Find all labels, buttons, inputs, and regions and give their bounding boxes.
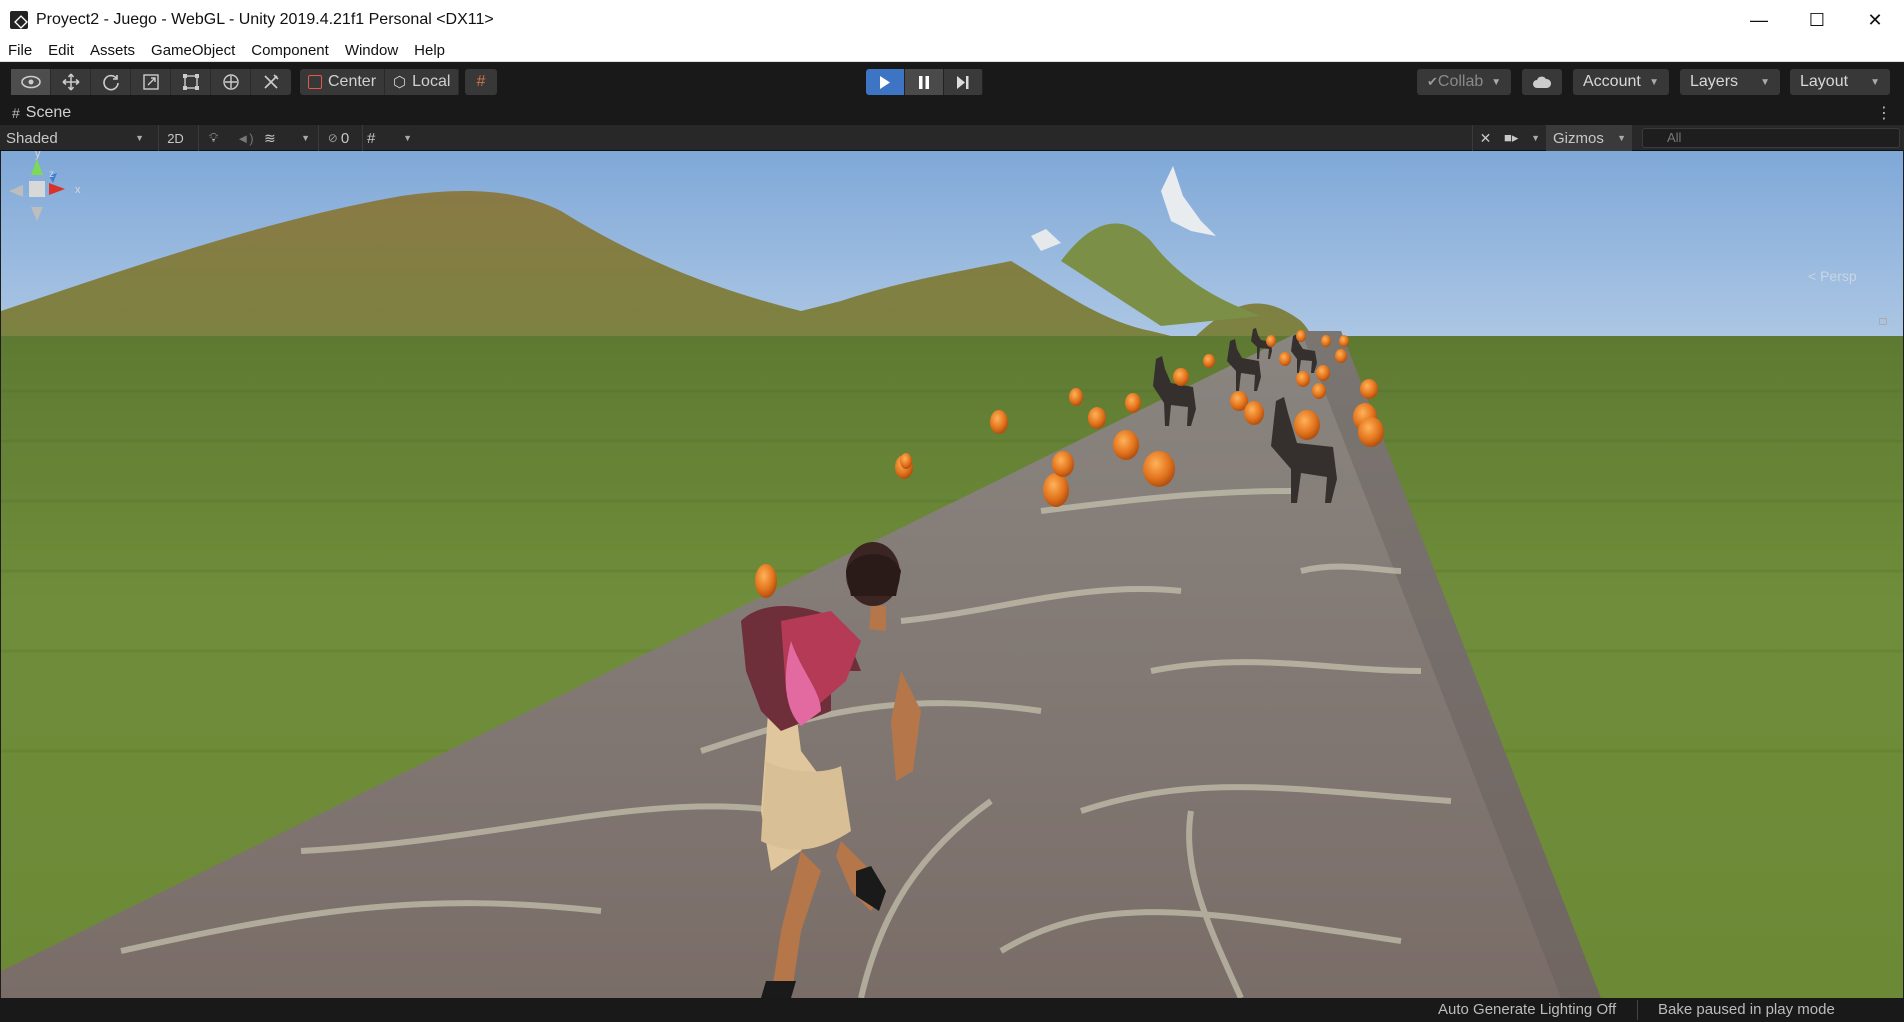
shading-mode-label: Shaded [6,129,58,147]
wrench-icon: ✕ [1479,129,1492,146]
rect-tool-icon[interactable] [171,69,211,95]
camera-icon: ■▸ [1504,130,1519,145]
collab-dropdown[interactable]: ✔ Collab ▼ [1417,69,1511,95]
close-button[interactable]: ✕ [1846,0,1904,40]
chevron-down-icon: ▼ [1649,76,1659,88]
window-titlebar: Proyect2 - Juego - WebGL - Unity 2019.4.… [0,0,1904,40]
gizmos-dropdown[interactable]: Gizmos ▼ [1546,125,1632,151]
chevron-down-icon: ▼ [1491,76,1502,88]
chevron-down-icon: ▼ [1760,76,1770,88]
hidden-count: 0 [340,129,350,147]
camera-dropdown[interactable]: ■▸ ▼ [1504,125,1540,151]
gizmos-label: Gizmos [1553,129,1604,147]
gizmo-z-label: z [49,169,54,180]
menu-window[interactable]: Window [337,40,406,62]
custom-tool-icon[interactable] [251,69,291,95]
pivot-center-toggle[interactable]: Center [300,69,386,95]
chevron-down-icon: ▼ [1617,133,1626,143]
orientation-gizmo[interactable]: y z x [1,151,85,251]
grid-dropdown[interactable]: # ▼ [362,125,412,151]
lighting-toggle[interactable]: 💡︎ [198,125,228,151]
eye-slash-icon: ⊘ [327,131,338,145]
bake-status: Bake paused in play mode [1658,1001,1835,1018]
status-divider [1637,1000,1638,1020]
menu-bar: File Edit Assets GameObject Component Wi… [0,40,1904,62]
menu-gameobject[interactable]: GameObject [143,40,243,62]
menu-file[interactable]: File [0,40,40,62]
tools-toggle[interactable]: ✕ [1472,125,1498,151]
chevron-down-icon: ▼ [135,133,144,143]
layout-label: Layout [1800,73,1849,90]
scale-tool-icon[interactable] [131,69,171,95]
cloud-icon [1533,76,1552,88]
gizmo-y-label: y [35,151,41,160]
minimize-button[interactable]: — [1730,0,1788,40]
main-toolbar: Center ⬡ Local # ✔ Collab ▼ Account ▼ La… [0,63,1904,101]
shading-mode-dropdown[interactable]: Shaded ▼ [6,125,148,151]
playback-controls [866,69,983,95]
pivot-icon [308,75,322,89]
chevron-down-icon: ▼ [1870,76,1880,88]
play-button[interactable] [866,69,905,95]
view-tool-icon[interactable] [11,69,51,95]
cloud-button[interactable] [1522,69,1562,95]
collab-label: Collab [1437,73,1484,90]
lighting-status[interactable]: Auto Generate Lighting Off [1438,1001,1616,1018]
scene-render [1,151,1903,998]
effects-dropdown[interactable]: ≋ ▼ [264,125,310,151]
menu-assets[interactable]: Assets [82,40,143,62]
chevron-down-icon: ▼ [403,133,412,143]
2d-label: 2D [167,130,184,146]
space-label: Local [412,73,451,90]
scene-viewport[interactable]: y z x [1,151,1903,998]
window-title: Proyect2 - Juego - WebGL - Unity 2019.4.… [36,11,494,28]
grid-icon: # [367,129,376,147]
unity-logo-icon [10,11,28,29]
maximize-button[interactable]: ☐ [1788,0,1846,40]
scene-tab-bar: # Scene ⋮ [0,101,1904,125]
scene-toolbar: Shaded ▼ 2D 💡︎ ◄) ≋ ▼ ⊘ 0 # ▼ ✕ ■▸ ▼ Giz… [0,125,1904,151]
tab-scene[interactable]: # Scene [0,104,71,122]
audio-toggle[interactable]: ◄) [230,125,260,151]
grid-icon: # [12,105,20,121]
lightbulb-icon: 💡︎ [208,130,219,145]
gizmo-x-label: x [75,184,81,196]
pivot-toggles: Center ⬡ Local [300,69,460,95]
grid-snap-toggle[interactable]: # [465,69,497,95]
more-options-icon[interactable]: ⋮ [1876,103,1892,123]
status-bar: Auto Generate Lighting Off Bake paused i… [0,998,1904,1022]
scene-tab-label: Scene [25,104,72,121]
persp-label[interactable]: < Persp [1808,268,1857,284]
pivot-space-toggle[interactable]: ⬡ Local [385,69,460,95]
lock-icon[interactable] [1879,318,1887,325]
chevron-down-icon: ▼ [1531,133,1540,143]
cube-icon: ⬡ [393,74,407,91]
menu-component[interactable]: Component [243,40,337,62]
chevron-down-icon: ▼ [301,133,310,143]
pivot-label: Center [328,73,377,90]
layers-label: Layers [1690,73,1739,90]
layout-dropdown[interactable]: Layout ▼ [1790,69,1890,95]
rotate-tool-icon[interactable] [91,69,131,95]
collab-check-icon: ✔ [1427,74,1438,89]
layers-dropdown[interactable]: Layers ▼ [1680,69,1780,95]
grid-snap-icon: # [476,73,486,90]
move-tool-icon[interactable] [51,69,91,95]
scene-search-input[interactable]: All [1642,128,1900,148]
hidden-objects-toggle[interactable]: ⊘ 0 [318,125,358,151]
2d-toggle[interactable]: 2D [158,125,192,151]
account-dropdown[interactable]: Account ▼ [1573,69,1669,95]
pause-button[interactable] [905,69,944,95]
effects-icon: ≋ [264,129,276,146]
transform-tools [11,69,291,95]
transform-tool-icon[interactable] [211,69,251,95]
menu-edit[interactable]: Edit [40,40,82,62]
step-button[interactable] [944,69,983,95]
speaker-icon: ◄) [236,130,254,146]
account-label: Account [1583,73,1641,90]
menu-help[interactable]: Help [406,40,453,62]
